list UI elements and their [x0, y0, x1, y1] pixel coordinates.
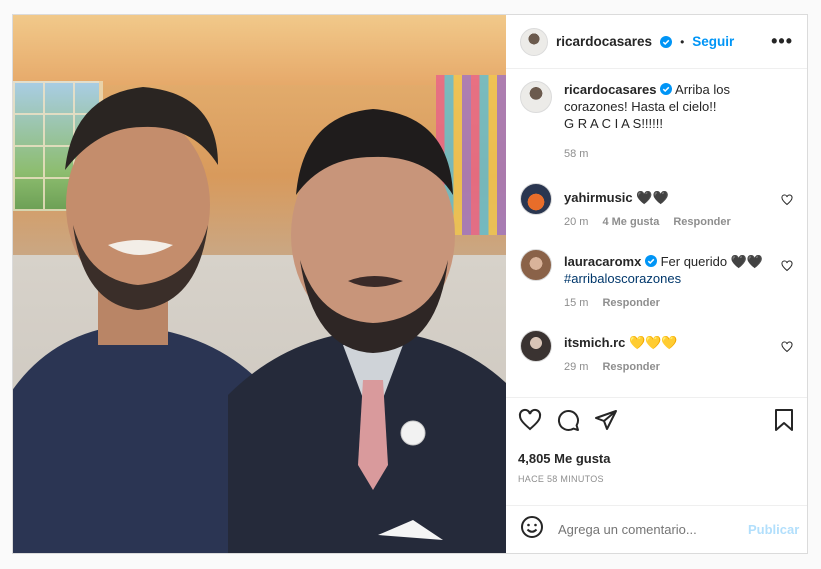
post-actions: 4,805 Me gusta HACE 58 MINUTOS	[506, 397, 807, 505]
caption-username[interactable]: ricardocasares	[564, 82, 657, 97]
comment-username[interactable]: lauracaromx	[564, 254, 641, 269]
post-time[interactable]: HACE 58 MINUTOS	[518, 474, 795, 484]
comment-input[interactable]	[558, 522, 734, 537]
post-photo[interactable]	[13, 15, 506, 553]
caption: ricardocasares Arriba los corazones! Has…	[520, 81, 793, 163]
comment-time[interactable]: 29 m	[564, 359, 588, 376]
comment-like-icon[interactable]	[781, 259, 793, 272]
commenter-avatar[interactable]	[520, 183, 552, 215]
comment-text: Fer querido 🖤🖤	[660, 254, 764, 269]
comment-time[interactable]: 20 m	[564, 214, 588, 231]
post-sidebar: ricardocasares • Seguir ••• ricardocasar…	[506, 15, 807, 553]
comment-hashtag[interactable]: #arribaloscorazones	[564, 271, 681, 286]
commenter-avatar[interactable]	[520, 330, 552, 362]
comment-username[interactable]: itsmich.rc	[564, 335, 625, 350]
bookmark-icon[interactable]	[773, 408, 795, 437]
emoji-icon[interactable]	[520, 515, 544, 544]
author-username[interactable]: ricardocasares	[556, 34, 652, 49]
comment-icon[interactable]	[556, 408, 580, 437]
comment-item: itsmich.rc 💛💛💛 29 m Responder	[520, 330, 793, 376]
post-header: ricardocasares • Seguir •••	[506, 15, 807, 69]
comments-list[interactable]: ricardocasares Arriba los corazones! Has…	[506, 69, 807, 397]
like-icon[interactable]	[518, 408, 542, 437]
caption-text-1: Arriba los	[675, 82, 730, 97]
caption-avatar[interactable]	[520, 81, 552, 113]
caption-text-2: corazones! Hasta el cielo!!	[564, 99, 717, 114]
verified-icon	[660, 35, 673, 48]
add-comment-bar: Publicar	[506, 505, 807, 553]
comment-item: lauracaromx Fer querido 🖤🖤 #arribaloscor…	[520, 249, 793, 312]
likes-count[interactable]: 4,805 Me gusta	[518, 451, 795, 466]
comment-username[interactable]: yahirmusic	[564, 190, 633, 205]
comment-like-icon[interactable]	[781, 193, 793, 206]
comment-like-icon[interactable]	[781, 340, 793, 353]
reply-button[interactable]: Responder	[673, 214, 730, 231]
share-icon[interactable]	[594, 408, 618, 437]
caption-time[interactable]: 58 m	[564, 146, 588, 163]
caption-text-3: G R A C I A S!!!!!!	[564, 116, 663, 131]
photo-person-right	[228, 109, 506, 553]
comment-likes[interactable]: 4 Me gusta	[602, 214, 659, 231]
follow-button[interactable]: Seguir	[692, 34, 734, 49]
publish-button[interactable]: Publicar	[748, 522, 799, 537]
reply-button[interactable]: Responder	[602, 295, 659, 312]
comment-text: 💛💛💛	[629, 335, 678, 350]
reply-button[interactable]: Responder	[602, 359, 659, 376]
verified-icon	[644, 255, 657, 267]
more-options-icon[interactable]: •••	[771, 31, 793, 52]
comment-text: 🖤🖤	[636, 190, 669, 205]
post-card: ricardocasares • Seguir ••• ricardocasar…	[12, 14, 808, 554]
verified-icon	[660, 83, 673, 95]
author-avatar[interactable]	[520, 27, 548, 56]
commenter-avatar[interactable]	[520, 249, 552, 281]
header-separator: •	[680, 34, 685, 49]
comment-item: yahirmusic 🖤🖤 20 m 4 Me gusta Responder	[520, 183, 793, 231]
comment-time[interactable]: 15 m	[564, 295, 588, 312]
